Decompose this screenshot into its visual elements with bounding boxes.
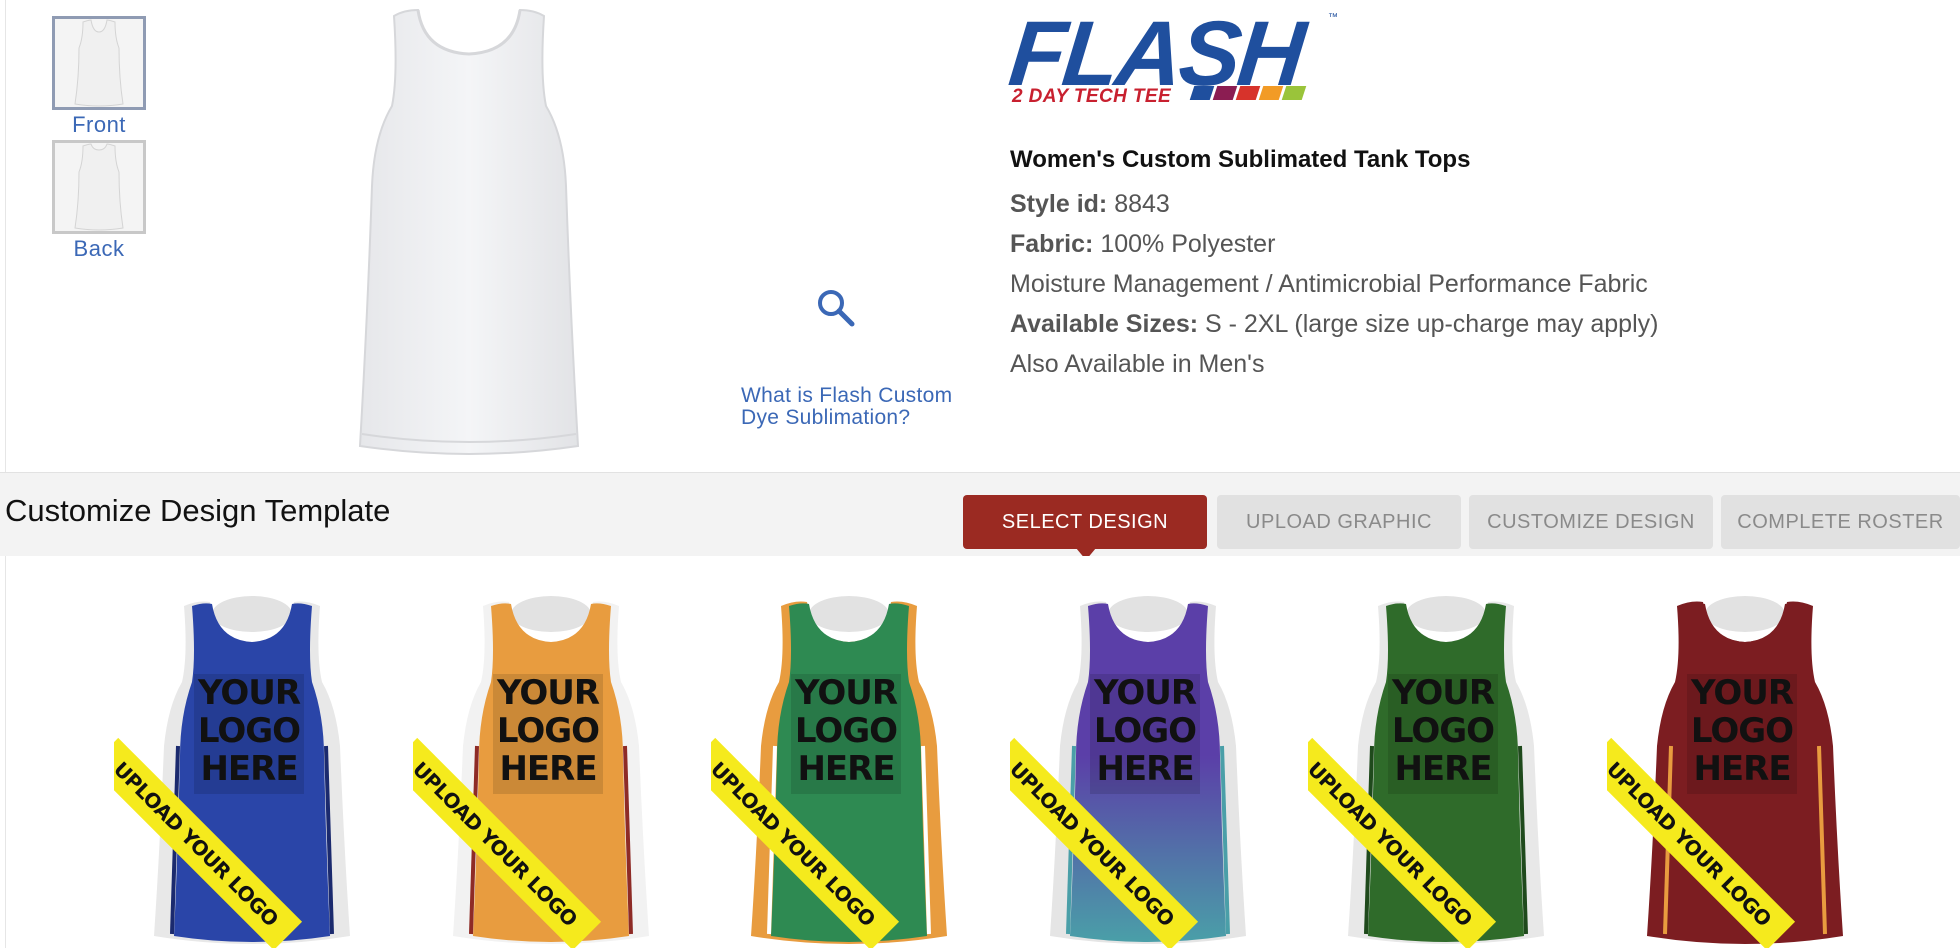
logo-placeholder-line: HERE <box>499 749 597 789</box>
logo-bar-5 <box>1281 86 1307 100</box>
logo-placeholder: YOUR LOGO HERE <box>1388 674 1498 794</box>
thumbnail-front-image[interactable] <box>52 16 146 110</box>
step-select-design[interactable]: SELECT DESIGN <box>963 495 1207 549</box>
logo-placeholder-line: YOUR <box>794 673 898 713</box>
design-option-6[interactable]: YOUR LOGO HERE UPLOAD YOUR LOGO <box>1607 596 1877 948</box>
fabric-label: Fabric: <box>1010 230 1094 258</box>
page: Front Back What is Flash Custom Dye Subl… <box>0 0 1960 948</box>
thumbnail-front[interactable]: Front <box>44 16 154 138</box>
thumbnail-list: Front Back <box>44 16 154 264</box>
logo-placeholder-line: HERE <box>1693 749 1791 789</box>
step-complete-roster[interactable]: COMPLETE ROSTER <box>1721 495 1960 549</box>
logo-color-bars <box>1189 86 1307 100</box>
style-id-value: 8843 <box>1114 190 1170 218</box>
logo-placeholder: YOUR LOGO HERE <box>194 674 304 794</box>
logo-bar-4 <box>1258 86 1284 100</box>
customize-header: Customize Design Template SELECT DESIGN … <box>0 472 1960 556</box>
logo-placeholder-line: LOGO <box>1690 711 1794 751</box>
thumbnail-back[interactable]: Back <box>44 140 154 262</box>
logo-placeholder: YOUR LOGO HERE <box>791 674 901 794</box>
logo-placeholder-line: LOGO <box>794 711 898 751</box>
product-main-image <box>358 8 580 455</box>
design-grid: YOUR LOGO HERE UPLOAD YOUR LOGO YOUR LOGO HER… <box>5 556 1960 948</box>
logo-placeholder-line: YOUR <box>1093 673 1197 713</box>
fabric-feature: Moisture Management / Antimicrobial Perf… <box>1010 270 1648 298</box>
sizes-label: Available Sizes: <box>1010 310 1199 338</box>
logo-trademark: ™ <box>1328 12 1338 23</box>
logo-placeholder: YOUR LOGO HERE <box>1090 674 1200 794</box>
design-option-3[interactable]: YOUR LOGO HERE UPLOAD YOUR LOGO <box>711 596 981 948</box>
section-title: Customize Design Template <box>5 493 391 528</box>
style-id-label: Style id: <box>1010 190 1108 218</box>
fabric-value: 100% Polyester <box>1100 230 1276 258</box>
logo-placeholder-line: HERE <box>797 749 895 789</box>
logo-placeholder-line: LOGO <box>1391 711 1495 751</box>
design-option-1[interactable]: YOUR LOGO HERE UPLOAD YOUR LOGO <box>114 596 384 948</box>
thumbnail-back-image[interactable] <box>52 140 146 234</box>
logo-placeholder-line: LOGO <box>1093 711 1197 751</box>
thumbnail-front-label[interactable]: Front <box>44 112 154 138</box>
step-upload-graphic[interactable]: UPLOAD GRAPHIC <box>1217 495 1461 549</box>
product-info: Women's Custom Sublimated Tank Tops Styl… <box>1010 146 1770 384</box>
logo-placeholder-line: LOGO <box>197 711 301 751</box>
product-panel: Front Back What is Flash Custom Dye Subl… <box>5 0 1960 472</box>
available-sizes: Available Sizes: S - 2XL (large size up-… <box>1010 304 1770 344</box>
logo-placeholder-line: HERE <box>1096 749 1194 789</box>
design-option-2[interactable]: YOUR LOGO HERE UPLOAD YOUR LOGO <box>413 596 683 948</box>
design-option-4[interactable]: YOUR LOGO HERE UPLOAD YOUR LOGO <box>1010 596 1280 948</box>
logo-bar-1 <box>1189 86 1215 100</box>
logo-placeholder-line: YOUR <box>1391 673 1495 713</box>
logo-placeholder-line: HERE <box>200 749 298 789</box>
flash-logo: FLASH ™ 2 DAY TECH TEE <box>1005 3 1340 108</box>
logo-placeholder: YOUR LOGO HERE <box>493 674 603 794</box>
logo-bar-3 <box>1235 86 1261 100</box>
tank-top-thumb-icon <box>74 19 124 107</box>
logo-bar-2 <box>1212 86 1238 100</box>
logo-placeholder: YOUR LOGO HERE <box>1687 674 1797 794</box>
logo-placeholder-line: HERE <box>1394 749 1492 789</box>
thumbnail-back-label[interactable]: Back <box>44 236 154 262</box>
design-option-5[interactable]: YOUR LOGO HERE UPLOAD YOUR LOGO <box>1308 596 1578 948</box>
logo-placeholder-line: YOUR <box>496 673 600 713</box>
logo-subtitle: 2 DAY TECH TEE <box>1012 86 1172 107</box>
zoom-icon[interactable] <box>814 286 858 330</box>
also-available: Also Available in Men's <box>1010 350 1265 378</box>
style-id: Style id: 8843 <box>1010 184 1770 224</box>
fabric: Fabric: 100% Polyester <box>1010 224 1770 264</box>
product-title: Women's Custom Sublimated Tank Tops <box>1010 146 1471 173</box>
sizes-value: S - 2XL (large size up-charge may apply) <box>1205 310 1659 338</box>
logo-placeholder-line: YOUR <box>1690 673 1794 713</box>
step-customize-design[interactable]: CUSTOMIZE DESIGN <box>1469 495 1713 549</box>
logo-placeholder-line: YOUR <box>197 673 301 713</box>
tank-top-back-thumb-icon <box>74 143 124 231</box>
logo-placeholder-line: LOGO <box>496 711 600 751</box>
flash-sublimation-link[interactable]: What is Flash Custom Dye Sublimation? <box>741 385 981 429</box>
